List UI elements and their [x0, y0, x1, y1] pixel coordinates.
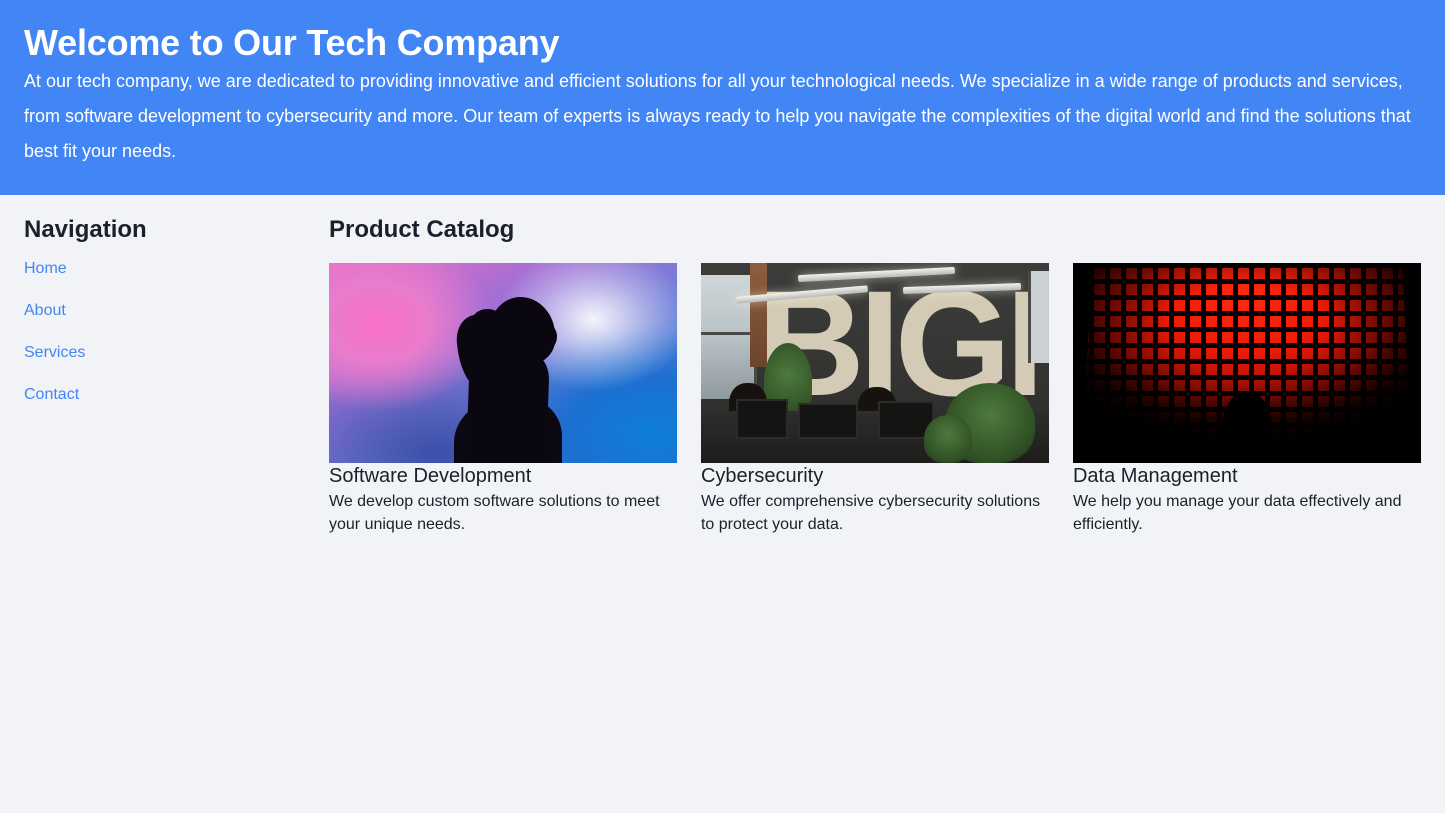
sidebar-item-about[interactable]: About: [24, 299, 313, 323]
product-title: Software Development: [329, 465, 532, 488]
nav-link-contact[interactable]: Contact: [24, 383, 79, 407]
product-catalog: Product Catalog Software Development We …: [329, 215, 1421, 544]
office-window-shape: [700, 275, 757, 400]
site-header: Welcome to Our Tech Company At our tech …: [0, 0, 1445, 196]
sidebar-item-contact[interactable]: Contact: [24, 383, 313, 407]
sidebar-title: Navigation: [24, 216, 147, 244]
office-plant-shape: [923, 415, 973, 464]
sidebar-item-home[interactable]: Home: [24, 257, 313, 281]
office-column-shape: [749, 263, 768, 368]
product-image-data-management: [1072, 263, 1421, 464]
product-title: Cybersecurity: [700, 465, 824, 488]
product-description: We offer comprehensive cybersecurity sol…: [700, 493, 1041, 534]
product-card[interactable]: Data Management We help you manage your …: [1061, 255, 1433, 544]
nav-link-about[interactable]: About: [24, 299, 66, 323]
office-monitor-shape: [735, 399, 788, 440]
office-monitor-shape: [798, 403, 858, 440]
catalog-title: Product Catalog: [329, 216, 515, 244]
office-wall-frame-shape: [1028, 271, 1049, 364]
nav-list: Home About Services Contact: [24, 257, 313, 407]
sidebar-navigation: Navigation Home About Services Contact: [24, 215, 329, 425]
page-intro-text: At our tech company, we are dedicated to…: [24, 70, 1411, 161]
nav-link-home[interactable]: Home: [24, 257, 67, 281]
product-image-cybersecurity: BIGME: [700, 263, 1049, 464]
page-title: Welcome to Our Tech Company: [24, 22, 560, 63]
product-description: We develop custom software solutions to …: [329, 493, 660, 534]
product-description: We help you manage your data effectively…: [1072, 493, 1402, 534]
product-card[interactable]: BIGME Cybersecurit: [689, 255, 1061, 544]
page-body: Navigation Home About Services Contact P…: [0, 195, 1445, 544]
sidebar-item-services[interactable]: Services: [24, 341, 313, 365]
product-image-software-development: [329, 263, 677, 464]
product-title: Data Management: [1072, 465, 1238, 488]
nav-link-services[interactable]: Services: [24, 341, 85, 365]
product-card[interactable]: Software Development We develop custom s…: [317, 255, 689, 544]
product-card-grid: Software Development We develop custom s…: [317, 255, 1433, 544]
